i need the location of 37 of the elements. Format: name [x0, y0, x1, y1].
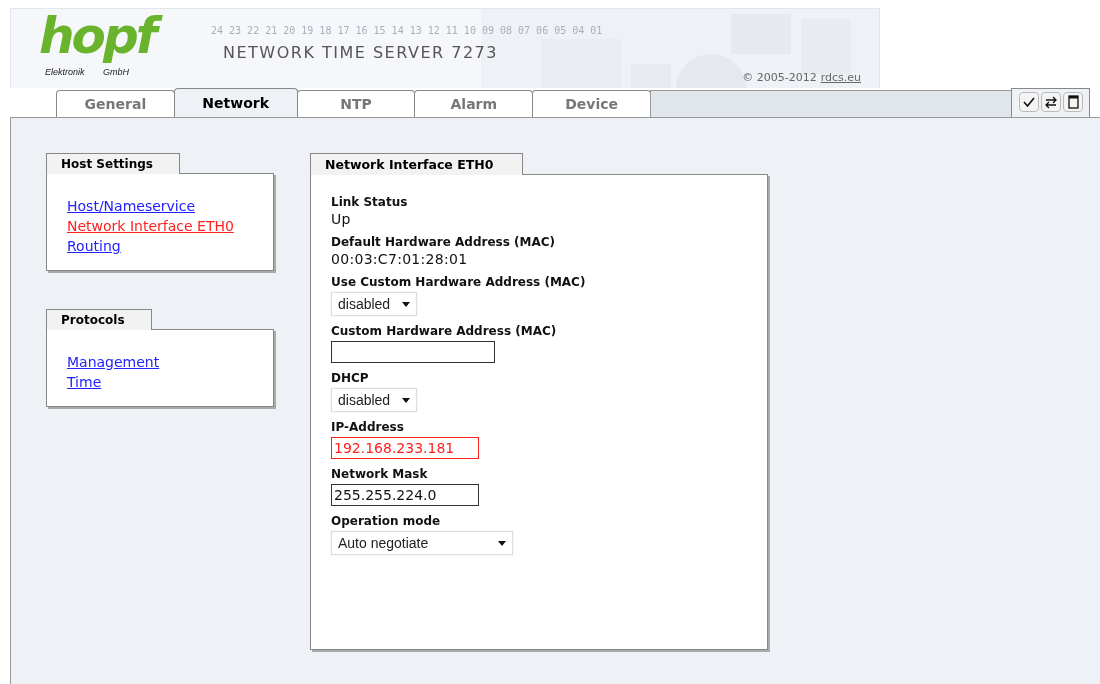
field-label: Default Hardware Address (MAC)	[331, 235, 557, 249]
field-value: Up	[331, 211, 352, 227]
field-label: Link Status	[331, 195, 409, 209]
scale-numbers: 24 23 22 21 20 19 18 17 16 15 14 13 12 11 10 09 08 07 06 05 04 01	[211, 25, 603, 36]
swap-arrows-button[interactable]	[1041, 92, 1061, 112]
field-label: IP-Address	[331, 420, 405, 434]
panel-title: Protocols	[46, 309, 152, 330]
input-field[interactable]: 255.255.224.0	[331, 484, 479, 506]
dropdown[interactable]: disabled	[331, 388, 417, 412]
field-label: Network Mask	[331, 467, 429, 481]
tab[interactable]: General	[56, 90, 175, 117]
nav-link[interactable]: Management	[67, 354, 160, 370]
dropdown[interactable]: Auto negotiate	[331, 531, 513, 555]
field-value: 00:03:C7:01:28:01	[331, 251, 469, 267]
nav-link[interactable]: Network Interface ETH0	[67, 218, 234, 234]
input-field[interactable]: 192.168.233.181	[331, 437, 479, 459]
logo: hopf Elektronik GmbH	[35, 11, 165, 81]
caret-icon	[498, 540, 506, 546]
field-label: DHCP	[331, 371, 370, 385]
caret-icon	[402, 397, 410, 403]
input-field[interactable]	[331, 341, 495, 363]
field-label: Use Custom Hardware Address (MAC)	[331, 275, 587, 289]
check-button[interactable]	[1019, 92, 1039, 112]
nav-link[interactable]: Routing	[67, 238, 121, 254]
panel-title: Host Settings	[46, 153, 180, 174]
nav-link[interactable]: Time	[67, 374, 102, 390]
copyright-text: © 2005-2012	[742, 71, 817, 84]
field-label: Custom Hardware Address (MAC)	[331, 324, 558, 338]
caret-icon	[402, 301, 410, 307]
dropdown[interactable]: disabled	[331, 292, 417, 316]
tab[interactable]: Network	[173, 88, 298, 117]
page-button[interactable]	[1063, 92, 1083, 112]
copyright-link[interactable]: rdcs.eu	[820, 71, 861, 84]
panel-title: Network Interface ETH0	[310, 153, 523, 175]
product-title: NETWORK TIME SERVER 7273	[223, 43, 498, 62]
nav-link[interactable]: Host/Nameservice	[67, 198, 196, 214]
field-label: Operation mode	[331, 514, 442, 528]
